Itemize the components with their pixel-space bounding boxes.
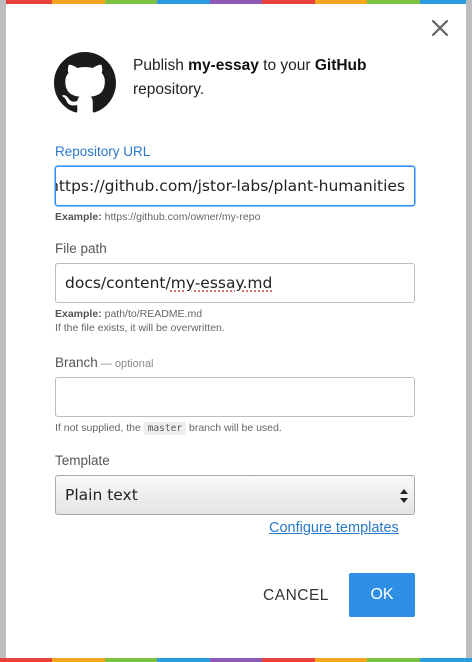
- github-octocat-icon: [54, 52, 116, 114]
- select-arrows-icon: [400, 489, 408, 503]
- repository-url-help: Example: https://github.com/owner/my-rep…: [55, 210, 415, 224]
- configure-templates-link[interactable]: Configure templates: [269, 520, 399, 536]
- close-icon[interactable]: [428, 16, 452, 40]
- template-selected-value: Plain text: [65, 486, 138, 504]
- file-path-help: Example: path/to/README.md If the file ex…: [55, 307, 415, 335]
- file-path-value-dir: docs/content/: [65, 274, 171, 292]
- branch-help-before: If not supplied, the: [55, 422, 144, 434]
- file-path-help-example: path/to/README.md: [101, 308, 203, 320]
- backdrop-right-edge: [466, 0, 472, 662]
- file-path-field: File path docs/content/my-essay.md Examp…: [55, 240, 415, 335]
- repository-url-field: Repository URL https://github.com/jstor-…: [55, 143, 415, 224]
- repository-url-value: https://github.com/jstor-labs/plant-huma…: [55, 177, 405, 195]
- template-label: Template: [55, 453, 110, 468]
- branch-label-text: Branch: [55, 355, 98, 370]
- file-path-input[interactable]: docs/content/my-essay.md: [55, 263, 415, 303]
- cancel-button[interactable]: CANCEL: [254, 574, 338, 618]
- template-field: Template Plain text: [55, 452, 415, 515]
- file-path-value-filename: my-essay.md: [170, 274, 273, 292]
- branch-label: Branch — optional: [55, 354, 415, 372]
- publish-prefix: Publish: [133, 57, 189, 74]
- branch-help: If not supplied, the master branch will …: [55, 421, 415, 436]
- bottom-color-stripe: [0, 658, 472, 662]
- repository-url-input[interactable]: https://github.com/jstor-labs/plant-huma…: [55, 166, 415, 206]
- branch-field: Branch — optional If not supplied, the m…: [55, 354, 415, 436]
- publish-description: Publish my-essay to your GitHub reposito…: [133, 54, 403, 102]
- publish-suffix: repository.: [133, 81, 205, 98]
- file-path-label: File path: [55, 241, 107, 256]
- branch-help-after: branch will be used.: [186, 422, 282, 434]
- repository-url-help-example: https://github.com/owner/my-repo: [101, 211, 261, 223]
- template-select[interactable]: Plain text: [55, 475, 415, 515]
- repository-url-label: Repository URL: [55, 144, 151, 159]
- essay-name: my-essay: [188, 57, 259, 74]
- dialog-header: Publish my-essay to your GitHub reposito…: [54, 52, 403, 114]
- ok-button[interactable]: OK: [349, 573, 415, 617]
- publish-github-dialog: Publish my-essay to your GitHub reposito…: [6, 4, 466, 658]
- service-name: GitHub: [314, 57, 367, 74]
- publish-middle: to your: [258, 57, 315, 74]
- repository-url-help-label: Example:: [55, 211, 102, 223]
- branch-help-code: master: [143, 422, 187, 435]
- branch-input[interactable]: [55, 377, 415, 417]
- file-path-help-overwrite: If the file exists, it will be overwritt…: [55, 322, 225, 334]
- branch-optional-tag: — optional: [97, 358, 154, 370]
- file-path-help-label: Example:: [55, 308, 102, 320]
